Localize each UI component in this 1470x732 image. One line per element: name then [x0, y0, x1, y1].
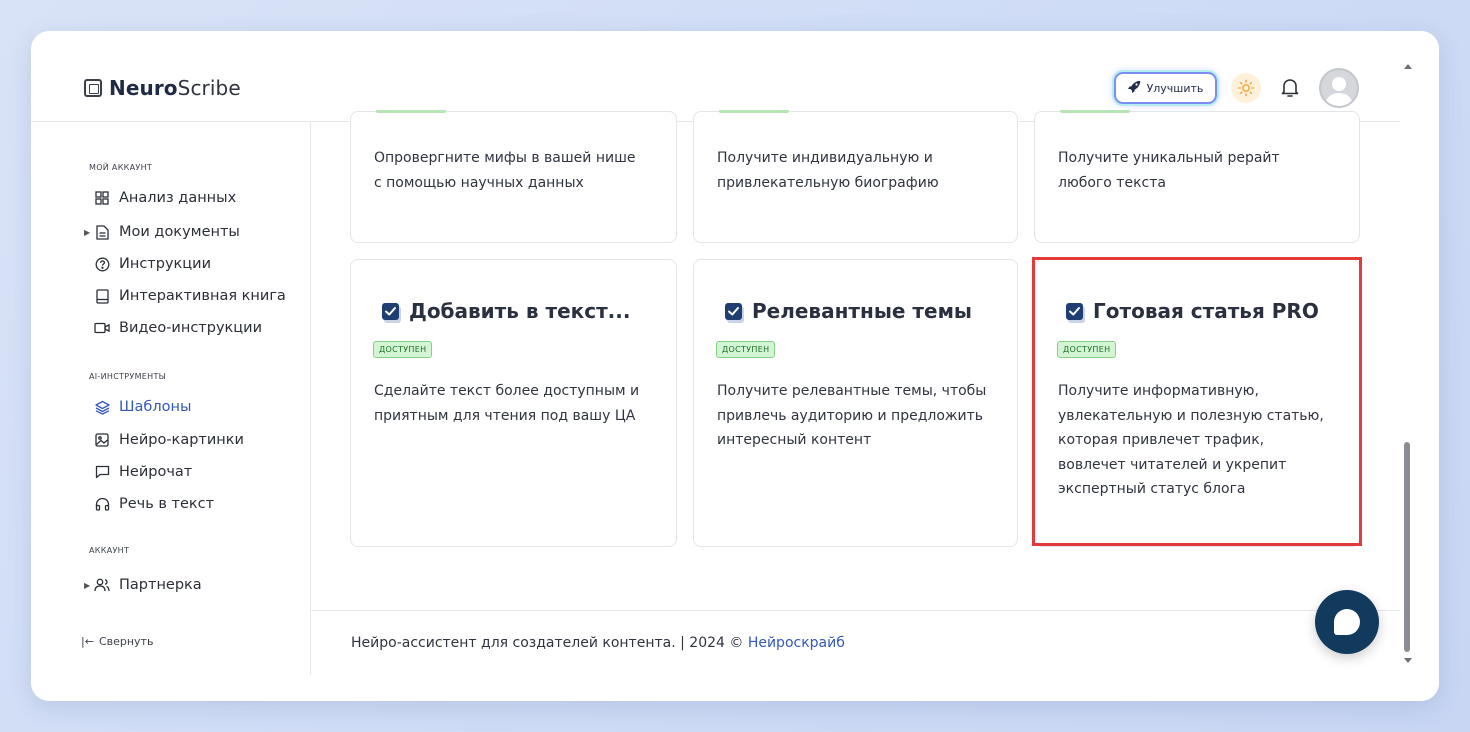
scrollbar[interactable] [1400, 31, 1439, 701]
card-title-text: Релевантные темы [752, 299, 973, 323]
sidebar-item-speech-to-text[interactable]: Речь в текст [84, 492, 214, 516]
sidebar-item-data-analysis[interactable]: Анализ данных [84, 186, 236, 210]
chat-bubble-icon [1334, 609, 1360, 635]
badge-stub [376, 110, 446, 113]
image-icon [94, 432, 110, 448]
section-label-account: АККАУНТ [89, 546, 130, 555]
sidebar-item-my-documents[interactable]: ▶ Мои документы [84, 220, 240, 244]
sidebar: МОЙ АККАУНТ Анализ данных ▶ Мои документ… [31, 122, 311, 675]
top-header: NeuroScribe Улучшить [31, 31, 1400, 122]
card-title: Релевантные темы [724, 299, 972, 323]
section-label-my-account: МОЙ АККАУНТ [89, 163, 153, 172]
card-description: Опровергните мифы в вашей нише с помощью … [374, 150, 636, 191]
sidebar-item-label: Анализ данных [119, 190, 237, 206]
card-description: Получите информативную, увлекательную и п… [1058, 383, 1324, 497]
footer-text: Нейро-ассистент для создателей контента.… [351, 635, 845, 651]
footer-link[interactable]: Нейроскрайб [748, 635, 845, 651]
users-icon [94, 577, 110, 593]
collapse-arrow-icon: |← [81, 635, 94, 648]
card-description: Получите индивидуальную и привлекательную… [717, 150, 939, 191]
sidebar-item-interactive-book[interactable]: Интерактивная книга [84, 284, 286, 308]
sidebar-item-label: Речь в текст [119, 496, 215, 512]
sidebar-item-label: Интерактивная книга [119, 288, 286, 304]
sidebar-item-label: Шаблоны [119, 399, 192, 415]
card-description: Сделайте текст более доступным и приятным… [374, 383, 640, 424]
sidebar-item-label: Нейро-картинки [119, 432, 244, 448]
scrollbar-thumb[interactable] [1404, 442, 1410, 652]
grid-icon [94, 190, 110, 206]
sidebar-item-neurochat[interactable]: Нейрочат [84, 460, 192, 484]
scroll-up-arrow-icon[interactable] [1404, 64, 1412, 69]
status-badge: ДОСТУПЕН [373, 341, 433, 358]
chat-widget-button[interactable] [1315, 590, 1379, 654]
bell-icon[interactable] [1278, 75, 1302, 101]
status-badge: ДОСТУПЕН [716, 341, 776, 358]
collapse-sidebar-button[interactable]: |← Свернуть [81, 635, 153, 648]
template-card[interactable]: Получите уникальный рерайт любого текста [1034, 110, 1360, 243]
template-card-relevant-topics[interactable]: Релевантные темы ДОСТУПЕН Получите релев… [693, 259, 1018, 547]
footer-copyright: Нейро-ассистент для создателей контента.… [351, 635, 748, 651]
template-card-ready-article-pro[interactable]: Готовая статья PRO ДОСТУПЕН Получите инф… [1034, 259, 1360, 547]
layers-icon [94, 399, 110, 415]
card-title: Готовая статья PRO [1065, 299, 1319, 323]
checkbox-icon [1065, 301, 1085, 323]
card-description: Получите релевантные темы, чтобы привлечь… [717, 383, 987, 448]
collapse-label: Свернуть [98, 635, 154, 648]
card-title-text: Добавить в текст... [409, 299, 631, 323]
caret-right-icon: ▶ [84, 580, 91, 590]
chat-icon [94, 464, 110, 480]
checkbox-icon [724, 301, 744, 323]
card-title-text: Готовая статья PRO [1093, 299, 1319, 323]
template-card[interactable]: Опровергните мифы в вашей нише с помощью … [350, 110, 677, 243]
help-circle-icon [94, 256, 110, 272]
status-badge: ДОСТУПЕН [1057, 341, 1117, 358]
logo[interactable]: NeuroScribe [84, 76, 241, 100]
upgrade-button[interactable]: Улучшить [1114, 72, 1217, 104]
video-icon [94, 320, 110, 336]
logo-icon [84, 79, 102, 97]
sidebar-item-instructions[interactable]: Инструкции [84, 252, 211, 276]
badge-stub [719, 110, 789, 113]
book-icon [94, 288, 110, 304]
template-card[interactable]: Получите индивидуальную и привлекательную… [693, 110, 1018, 243]
sidebar-item-label: Видео-инструкции [119, 320, 263, 336]
theme-toggle-sun-icon[interactable] [1231, 73, 1261, 103]
template-card-add-to-text[interactable]: Добавить в текст... ДОСТУПЕН Сделайте те… [350, 259, 677, 547]
section-label-ai-tools: AI-ИНСТРУМЕНТЫ [89, 372, 167, 381]
upgrade-label: Улучшить [1146, 81, 1204, 95]
footer: Нейро-ассистент для создателей контента.… [311, 610, 1400, 675]
sidebar-item-neuro-images[interactable]: Нейро-картинки [84, 428, 244, 452]
rocket-icon [1127, 80, 1141, 97]
headphones-icon [94, 496, 110, 512]
card-title: Добавить в текст... [381, 299, 630, 323]
sidebar-item-label: Нейрочат [119, 464, 193, 480]
badge-stub [1060, 110, 1130, 113]
avatar[interactable] [1319, 68, 1359, 108]
sidebar-item-video-instructions[interactable]: Видео-инструкции [84, 316, 262, 340]
sidebar-item-label: Мои документы [119, 224, 240, 240]
sidebar-item-label: Инструкции [119, 256, 212, 272]
app-window: NeuroScribe Улучшить МОЙ АККАУНТ Анализ … [31, 31, 1439, 701]
card-description: Получите уникальный рерайт любого текста [1058, 150, 1280, 191]
logo-text: NeuroScribe [109, 76, 241, 100]
sidebar-item-templates[interactable]: Шаблоны [84, 395, 191, 419]
checkbox-icon [381, 301, 401, 323]
caret-right-icon: ▶ [84, 227, 91, 237]
sidebar-item-partners[interactable]: ▶ Партнерка [84, 573, 202, 597]
scroll-down-arrow-icon[interactable] [1404, 658, 1412, 663]
sidebar-item-label: Партнерка [119, 577, 202, 593]
document-icon [94, 224, 110, 240]
